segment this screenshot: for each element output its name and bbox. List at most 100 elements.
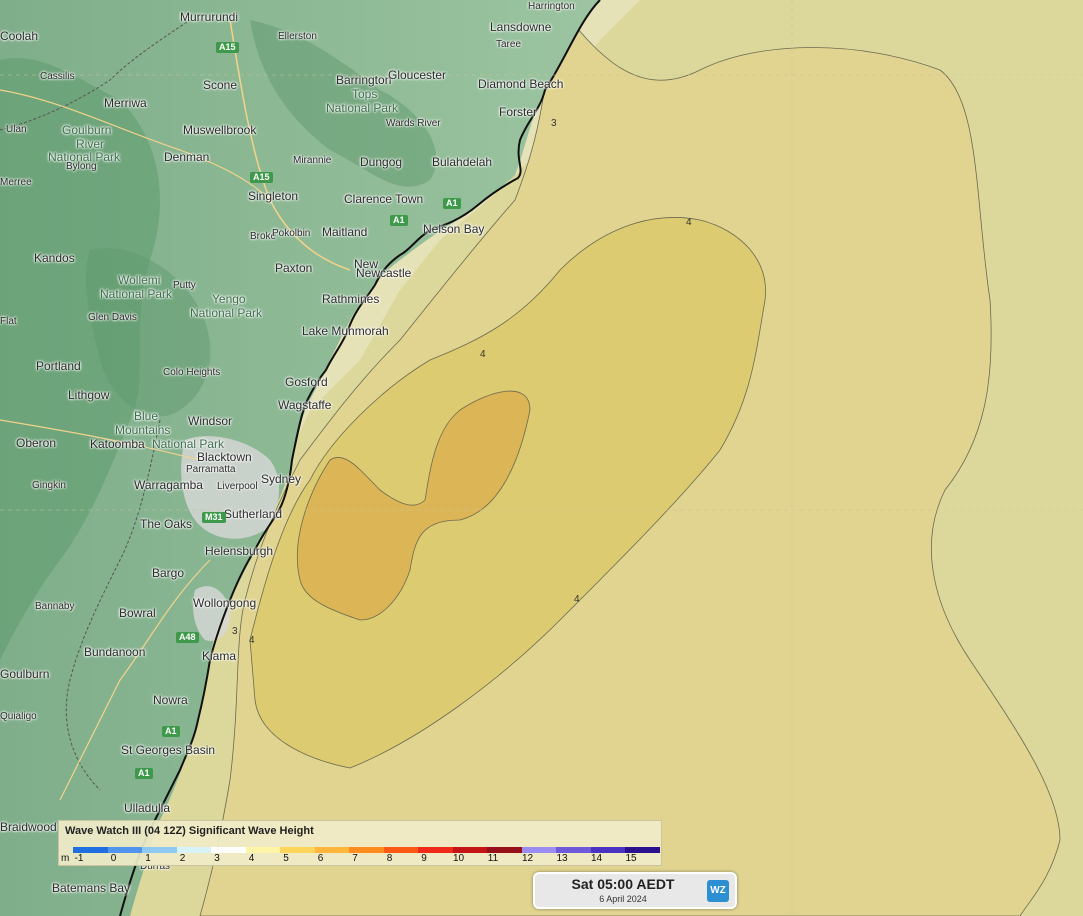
place-label: Nelson Bay	[423, 222, 485, 236]
place-label: Ellerston	[278, 31, 317, 42]
road-shield: A1	[390, 215, 408, 226]
wave-height-map	[0, 0, 1083, 916]
place-label: Harrington	[528, 1, 575, 12]
place-label: Taree	[496, 39, 522, 50]
place-label: Goulburn	[0, 667, 50, 681]
place-label: Bargo	[152, 566, 185, 580]
place-label: Scone	[203, 78, 238, 92]
place-label: Parramatta	[186, 464, 236, 475]
place-label: Maitland	[322, 225, 368, 239]
place-label: Paxton	[275, 261, 313, 275]
legend-tick-label: 0	[110, 853, 117, 864]
place-label: Blue	[134, 409, 159, 423]
place-label: Warragamba	[134, 478, 203, 492]
forecast-time-box: Sat 05:00 AEDT 6 April 2024 WZ	[533, 872, 737, 909]
place-label: Barrington	[336, 73, 392, 87]
place-label: Forster	[499, 105, 538, 119]
place-label: Quialigo	[0, 711, 37, 722]
place-label: Denman	[164, 150, 210, 164]
place-label: Kandos	[34, 251, 75, 265]
legend-tick-label: 1	[145, 853, 151, 864]
legend-tick-label: 6	[317, 853, 324, 864]
legend-tick-label: 15	[625, 853, 637, 864]
road-shield: A15	[250, 172, 273, 183]
place-label: Sutherland	[224, 507, 283, 521]
place-label: Muswellbrook	[183, 123, 257, 137]
contour-label: 4	[574, 594, 580, 605]
contour-label: 4	[686, 217, 692, 228]
place-label: Coolah	[0, 29, 39, 43]
place-label: Kiama	[202, 649, 237, 663]
place-label: Murrurundi	[180, 10, 239, 24]
place-label: Batemans Bay	[52, 881, 131, 895]
place-label: Helensburgh	[205, 544, 274, 558]
legend-tick-label: 10	[452, 853, 465, 864]
road-shield: A48	[176, 632, 199, 643]
place-label: Ulladulla	[124, 801, 171, 815]
place-label: Bundanoon	[84, 645, 146, 659]
place-label: Oberon	[16, 436, 57, 450]
place-label: Gloucester	[388, 68, 447, 82]
place-label: Singleton	[248, 189, 299, 203]
place-label: Nowra	[153, 693, 188, 707]
legend-tick-label: 12	[521, 853, 534, 864]
place-label: Bulahdelah	[432, 155, 493, 169]
place-label: Wollemi	[118, 273, 161, 287]
place-label: Lansdowne	[490, 20, 552, 34]
place-label: Newcastle	[356, 266, 412, 280]
place-label: Bannaby	[35, 601, 75, 612]
legend-tick-label: 13	[556, 853, 568, 864]
legend-tick-label: 5	[283, 853, 289, 864]
place-label: Dungog	[360, 155, 403, 169]
place-label: Ulan	[6, 124, 27, 135]
place-label: Wards River	[386, 118, 441, 129]
legend-tick-label: 11	[487, 853, 499, 864]
place-label: Bylong	[66, 161, 97, 172]
place-label: The Oaks	[140, 517, 193, 531]
place-label: Goulburn	[62, 123, 112, 137]
legend-tick-label: -1	[74, 853, 84, 864]
wave-height-legend: Wave Watch III (04 12Z) Significant Wave…	[58, 820, 662, 866]
place-label: Liverpool	[217, 481, 258, 492]
contour-label: 4	[249, 635, 255, 646]
place-label: Portland	[36, 359, 81, 373]
place-label: Mirannie	[293, 155, 332, 166]
forecast-date: 6 April 2024	[599, 894, 647, 904]
place-label: Windsor	[188, 414, 233, 428]
place-label: Colo Heights	[163, 367, 221, 378]
contour-label: 3	[551, 118, 557, 129]
legend-tick-label: 2	[179, 853, 186, 864]
place-label: Mountains	[115, 423, 171, 437]
place-label: Clarence Town	[344, 192, 424, 206]
road-shield: A1	[135, 768, 153, 779]
road-shield: A15	[216, 42, 239, 53]
road-shield: A1	[443, 198, 461, 209]
place-label: National Park	[190, 306, 263, 320]
place-label: Lake Munmorah	[302, 324, 389, 338]
place-label: Gingkin	[32, 480, 66, 491]
legend-tick-label: 9	[421, 853, 427, 864]
legend-tick-label: 8	[386, 853, 393, 864]
place-label: Putty	[173, 280, 196, 291]
contour-label: 4	[480, 349, 486, 360]
place-label: Glen Davis	[88, 312, 137, 323]
forecast-time: Sat 05:00 AEDT	[571, 876, 675, 892]
legend-tick-label: 4	[248, 853, 255, 864]
place-label: Cassilis	[40, 71, 75, 82]
place-label: Pokolbin	[272, 228, 311, 239]
place-label: Merree	[0, 177, 32, 188]
legend-title: Wave Watch III (04 12Z) Significant Wave…	[65, 825, 314, 837]
place-label: Wagstaffe	[278, 398, 332, 412]
place-label: Katoomba	[90, 437, 145, 451]
road-shield: M31	[202, 512, 226, 523]
contour-label: 3	[232, 626, 238, 637]
place-label: Merriwa	[104, 96, 147, 110]
place-label: Braidwood	[0, 820, 57, 834]
weatherzone-logo-icon[interactable]: WZ	[707, 880, 729, 902]
legend-tick-label: 3	[214, 853, 220, 864]
legend-tick-label: 7	[352, 853, 358, 864]
place-label: Gosford	[285, 375, 328, 389]
place-label: Rathmines	[322, 292, 380, 306]
place-label: Bowral	[119, 606, 156, 620]
place-label: Flat	[0, 316, 17, 327]
